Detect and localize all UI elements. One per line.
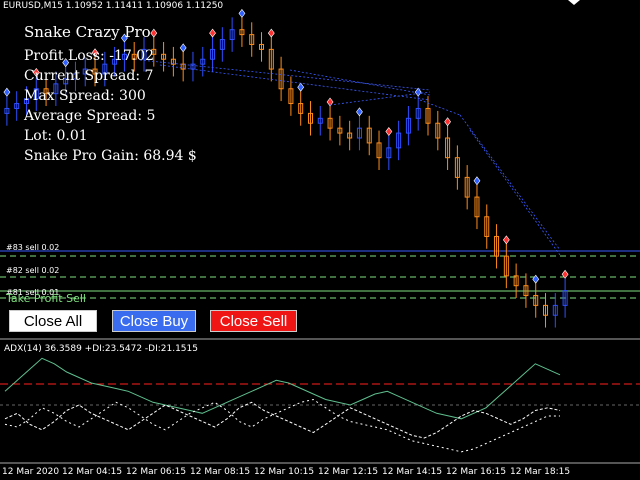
- time-tick: 12 Mar 06:15: [126, 467, 187, 477]
- symbol-header: EURUSD,M15 1.10952 1.11411 1.10906 1.112…: [3, 1, 224, 11]
- trade-arrow-icon: [356, 107, 363, 117]
- adx-series-line: [4, 357, 561, 420]
- time-tick: 12 Mar 04:15: [62, 467, 123, 477]
- order-label-83[interactable]: #83 sell 0.02: [6, 243, 59, 252]
- time-tick: 12 Mar 14:15: [382, 467, 443, 477]
- trade-connector-line: [159, 64, 431, 101]
- trade-arrow-icon: [179, 43, 187, 53]
- order-label-82[interactable]: #82 sell 0.02: [6, 266, 59, 275]
- close-all-button[interactable]: Close All: [9, 310, 97, 332]
- chart-shift-marker-icon[interactable]: [568, 0, 580, 5]
- current-spread-label: Current Spread: 7: [24, 68, 154, 84]
- average-spread-label: Average Spread: 5: [24, 108, 156, 124]
- trade-arrow-icon: [532, 274, 540, 284]
- trade-arrow-icon: [502, 235, 510, 245]
- trade-arrow-icon: [267, 28, 275, 38]
- time-tick: 12 Mar 12:15: [318, 467, 379, 477]
- time-tick: 12 Mar 18:15: [510, 467, 571, 477]
- trade-arrow-icon: [385, 127, 393, 137]
- time-tick: 12 Mar 08:15: [190, 467, 251, 477]
- lot-label: Lot: 0.01: [24, 128, 88, 144]
- gain-label: Snake Pro Gain: 68.94 $: [24, 148, 197, 164]
- trade-arrow-icon: [150, 28, 158, 38]
- trade-connector-line: [329, 91, 431, 106]
- plus-di-series-line: [4, 401, 561, 439]
- time-tick: 12 Mar 2020: [2, 467, 60, 477]
- trade-arrow-icon: [297, 82, 305, 92]
- trade-arrow-icon: [3, 87, 11, 97]
- close-buy-button[interactable]: Close Buy: [112, 310, 196, 332]
- trade-arrow-icon: [444, 117, 451, 127]
- adx-indicator-label: ADX(14) 36.3589 +DI:23.5472 -DI:21.1515: [4, 344, 198, 354]
- trade-connector-line: [469, 129, 561, 256]
- time-tick: 12 Mar 16:15: [446, 467, 507, 477]
- trade-arrow-icon: [209, 28, 216, 38]
- time-tick: 12 Mar 10:15: [254, 467, 315, 477]
- take-profit-label: Take Profit Sell: [6, 292, 86, 305]
- trade-arrow-icon: [238, 8, 246, 18]
- close-sell-button[interactable]: Close Sell: [210, 310, 297, 332]
- minus-di-series-line: [4, 398, 560, 453]
- max-spread-label: Max Spread: 300: [24, 88, 146, 104]
- trade-arrow-icon: [473, 176, 481, 186]
- ea-title: Snake Crazy Pro: [24, 23, 151, 41]
- profit-loss-label: Profit Loss: -17.02: [24, 48, 155, 64]
